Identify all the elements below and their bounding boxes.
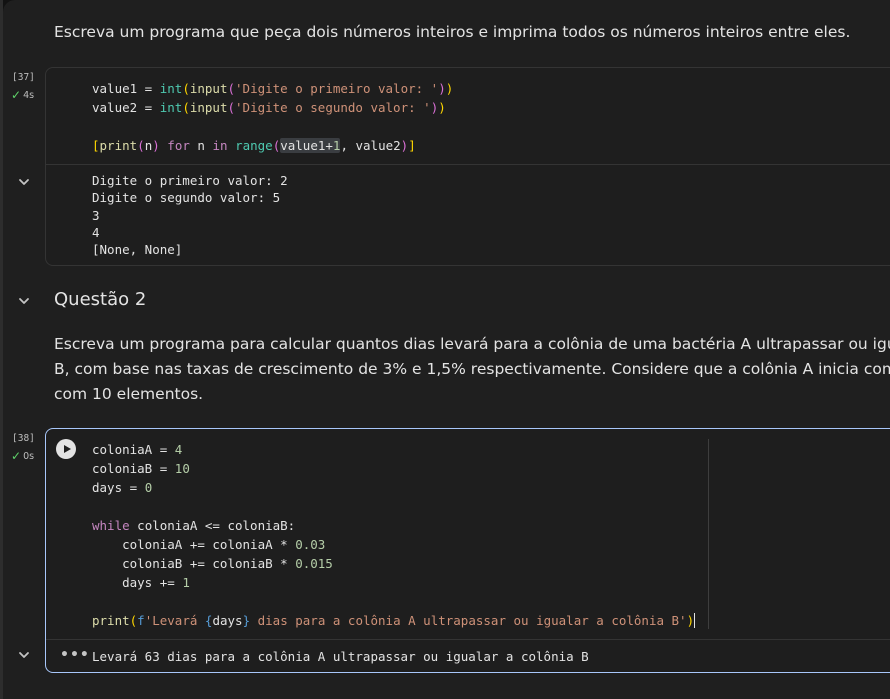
execution-time: 4s [23, 89, 35, 101]
output-divider [46, 639, 890, 640]
execution-status: ✓ 0s [11, 450, 34, 462]
run-icon[interactable] [56, 439, 76, 459]
output-divider [46, 164, 890, 165]
execution-count: [38] [12, 433, 35, 444]
code-editor[interactable]: coloniaA = 4 coloniaB = 10 days = 0 whil… [92, 440, 696, 630]
markdown-prompt-1: Escreva um programa que peça dois número… [54, 23, 851, 41]
execution-time: 0s [23, 450, 35, 462]
code-cell-37[interactable]: value1 = int(input('Digite o primeiro va… [45, 67, 890, 266]
chevron-down-icon[interactable] [17, 648, 31, 662]
code-editor[interactable]: value1 = int(input('Digite o primeiro va… [92, 79, 453, 155]
execution-status: ✓ 4s [11, 89, 34, 101]
more-horiz-icon[interactable]: ••• [60, 647, 90, 663]
markdown-prompt-2: Escreva um programa para calcular quanto… [54, 335, 890, 403]
line-length-ruler [708, 439, 709, 629]
execution-count: [37] [12, 72, 35, 83]
check-icon: ✓ [11, 449, 22, 463]
section-heading: Questão 2 [54, 289, 147, 310]
text-cursor [694, 613, 696, 628]
code-cell-38[interactable]: coloniaA = 4 coloniaB = 10 days = 0 whil… [45, 428, 890, 673]
cell-output: Digite o primeiro valor: 2 Digite o segun… [92, 173, 288, 258]
notebook-area: Escreva um programa que peça dois número… [3, 0, 890, 699]
check-icon: ✓ [11, 88, 22, 102]
chevron-down-icon[interactable] [17, 294, 31, 308]
cell-output: Levará 63 dias para a colônia A ultrapas… [92, 649, 589, 664]
chevron-down-icon[interactable] [17, 175, 31, 189]
